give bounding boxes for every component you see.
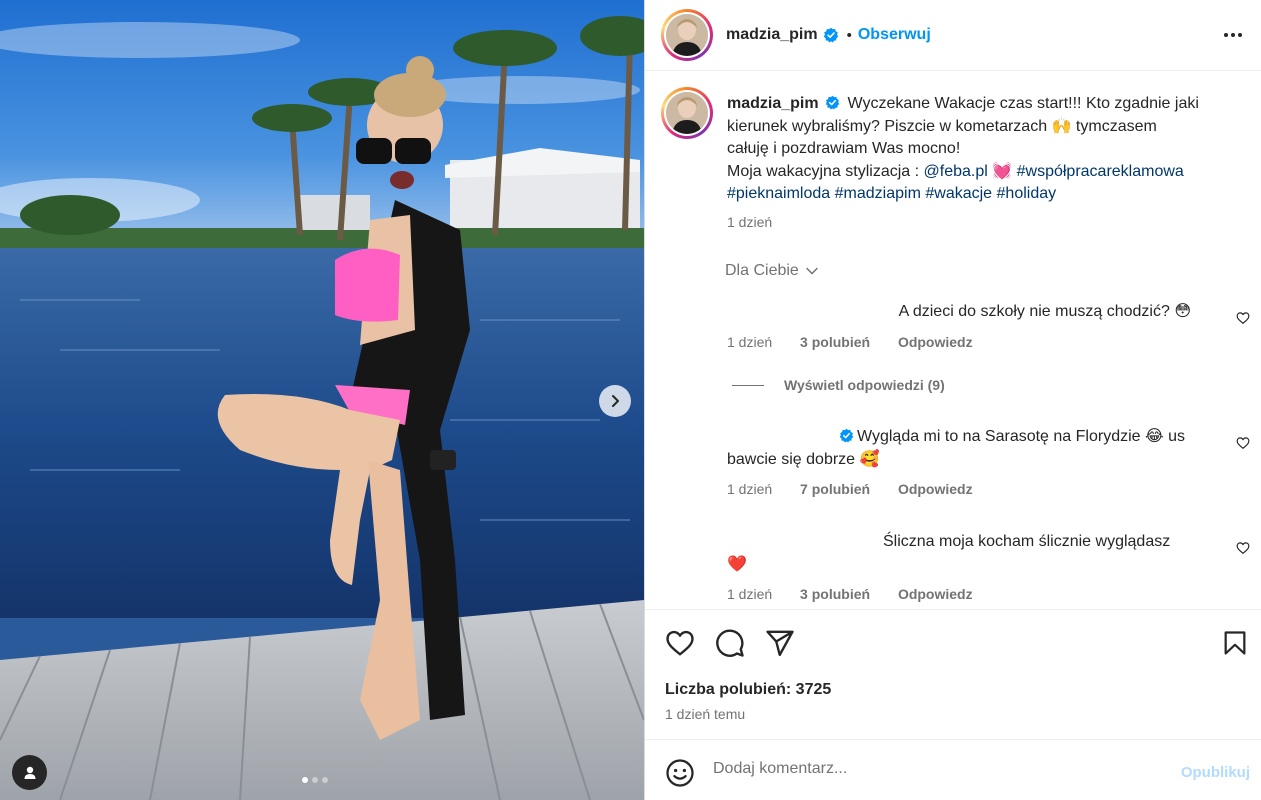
bookmark-icon[interactable] [1221, 628, 1249, 658]
user-tag-icon [24, 766, 35, 779]
comment-timestamp[interactable]: 1 dzień [727, 586, 772, 602]
comment-timestamp[interactable]: 1 dzień [727, 334, 772, 350]
comment-text: A dzieci do szkoły nie muszą chodzić? [898, 303, 1170, 320]
next-photo-button[interactable] [599, 385, 631, 417]
comment-like-heart-icon[interactable] [1236, 436, 1250, 450]
verified-icon [825, 95, 840, 110]
comment-likes-count[interactable]: 3 polubień [800, 586, 870, 602]
comment-emoji: 😂 [1145, 428, 1164, 445]
comment-likes-count[interactable]: 7 polubień [800, 481, 870, 497]
comment-meta: 1 dzień 3 polubień Odpowiedz [727, 586, 973, 602]
author-username[interactable]: madzia_pim [726, 26, 818, 44]
carousel-dot-active [302, 777, 308, 783]
publish-button[interactable]: Opublikuj [1181, 764, 1250, 781]
chevron-down-icon [806, 267, 818, 275]
reply-button[interactable]: Odpowiedz [898, 481, 973, 497]
comment-input[interactable] [713, 754, 1153, 784]
comment-sort-label: Dla Ciebie [725, 262, 799, 279]
hashtag-link[interactable]: #holiday [997, 185, 1057, 202]
caption-text: Moja wakacyjna stylizacja : [727, 162, 924, 180]
share-icon[interactable] [765, 628, 795, 658]
comment-text: Śliczna moja kocham ślicznie wyglądasz [883, 533, 1171, 550]
caption-text: Wyczekane Wakacje czas start!!! Kto zgad… [847, 95, 1199, 112]
caption-emoji: 💓 [992, 162, 1013, 180]
replies-divider [732, 384, 764, 386]
comment-like-heart-icon[interactable] [1236, 541, 1250, 555]
instagram-post-modal: madzia_pim • Obserwuj madzia_pim Wyczeka… [0, 0, 1261, 800]
comment-meta: 1 dzień 7 polubień Odpowiedz [727, 481, 973, 497]
comment-icon[interactable] [715, 628, 745, 658]
view-replies-button[interactable]: Wyświetl odpowiedzi (9) [732, 377, 945, 393]
post-side-panel: madzia_pim • Obserwuj madzia_pim Wyczeka… [644, 0, 1261, 800]
carousel-dot [312, 777, 318, 783]
caption-text: tymczasem [1071, 117, 1157, 135]
comment-like-heart-icon[interactable] [1236, 311, 1250, 325]
more-options-button[interactable] [1220, 22, 1246, 48]
header-separator: • [846, 26, 852, 44]
hashtag-link[interactable]: #współpracareklamowa [1017, 163, 1184, 180]
caption-mention-link[interactable]: @feba.pl [924, 163, 988, 180]
post-caption: madzia_pim Wyczekane Wakacje czas start!… [727, 93, 1232, 206]
add-comment-bar: Opublikuj [645, 739, 1261, 800]
carousel-dot [322, 777, 328, 783]
hashtag-link[interactable]: #pieknaimloda [727, 185, 830, 202]
comment-likes-count[interactable]: 3 polubień [800, 334, 870, 350]
comment-item: A dzieci do szkoły nie muszą chodzić? 😳 [727, 301, 1215, 324]
caption-timestamp[interactable]: 1 dzień [727, 214, 772, 230]
view-replies-label: Wyświetl odpowiedzi (9) [784, 377, 945, 393]
more-icon-dot [1231, 33, 1235, 37]
reply-button[interactable]: Odpowiedz [898, 334, 973, 350]
caption-username[interactable]: madzia_pim [727, 95, 819, 112]
hashtag-link[interactable]: #wakacje [925, 185, 992, 202]
more-icon [1224, 33, 1228, 37]
hashtag-link[interactable]: #madziapim [835, 185, 921, 202]
post-header: madzia_pim • Obserwuj [645, 0, 1261, 71]
carousel-indicator [302, 777, 328, 783]
comment-item: Wygląda mi to na Sarasotę na Florydzie 😂… [727, 426, 1215, 471]
vacation-photo-image [0, 0, 644, 800]
author-avatar[interactable] [661, 9, 713, 61]
likes-count[interactable]: Liczba polubień: 3725 [665, 681, 831, 699]
caption-author-avatar[interactable] [661, 87, 713, 139]
avatar-image [666, 92, 708, 134]
verified-icon [823, 27, 838, 43]
follow-button[interactable]: Obserwuj [858, 26, 931, 44]
comment-text: us [1163, 428, 1186, 445]
more-icon-dot [1238, 33, 1242, 37]
comment-text: Wygląda mi to na Sarasotę na Florydzie [857, 428, 1145, 445]
post-date[interactable]: 1 dzień temu [665, 706, 745, 722]
comment-emoji: ❤️ [727, 555, 747, 573]
comment-sort-dropdown[interactable]: Dla Ciebie [725, 262, 819, 280]
caption-text: całuję i pozdrawiam Was mocno! [727, 140, 961, 157]
heart-icon[interactable] [665, 628, 695, 658]
reply-button[interactable]: Odpowiedz [898, 586, 973, 602]
caption-emoji: 🙌 [1051, 117, 1072, 135]
emoji-icon[interactable] [665, 758, 695, 788]
chevron-right-icon [612, 395, 619, 407]
comment-timestamp[interactable]: 1 dzień [727, 481, 772, 497]
comment-text: bawcie się dobrze [727, 450, 860, 468]
comment-meta: 1 dzień 3 polubień Odpowiedz [727, 334, 973, 350]
tagged-users-button[interactable] [12, 755, 47, 790]
verified-icon [839, 428, 854, 443]
comment-item: Śliczna moja kocham ślicznie wyglądasz ❤… [727, 531, 1215, 576]
avatar-image [666, 14, 708, 56]
post-photo[interactable] [0, 0, 644, 800]
comment-emoji: 🥰 [859, 450, 880, 468]
caption-text: kierunek wybraliśmy? Piszcie w kometarza… [727, 117, 1052, 135]
comment-emoji: 😳 [1174, 303, 1191, 320]
